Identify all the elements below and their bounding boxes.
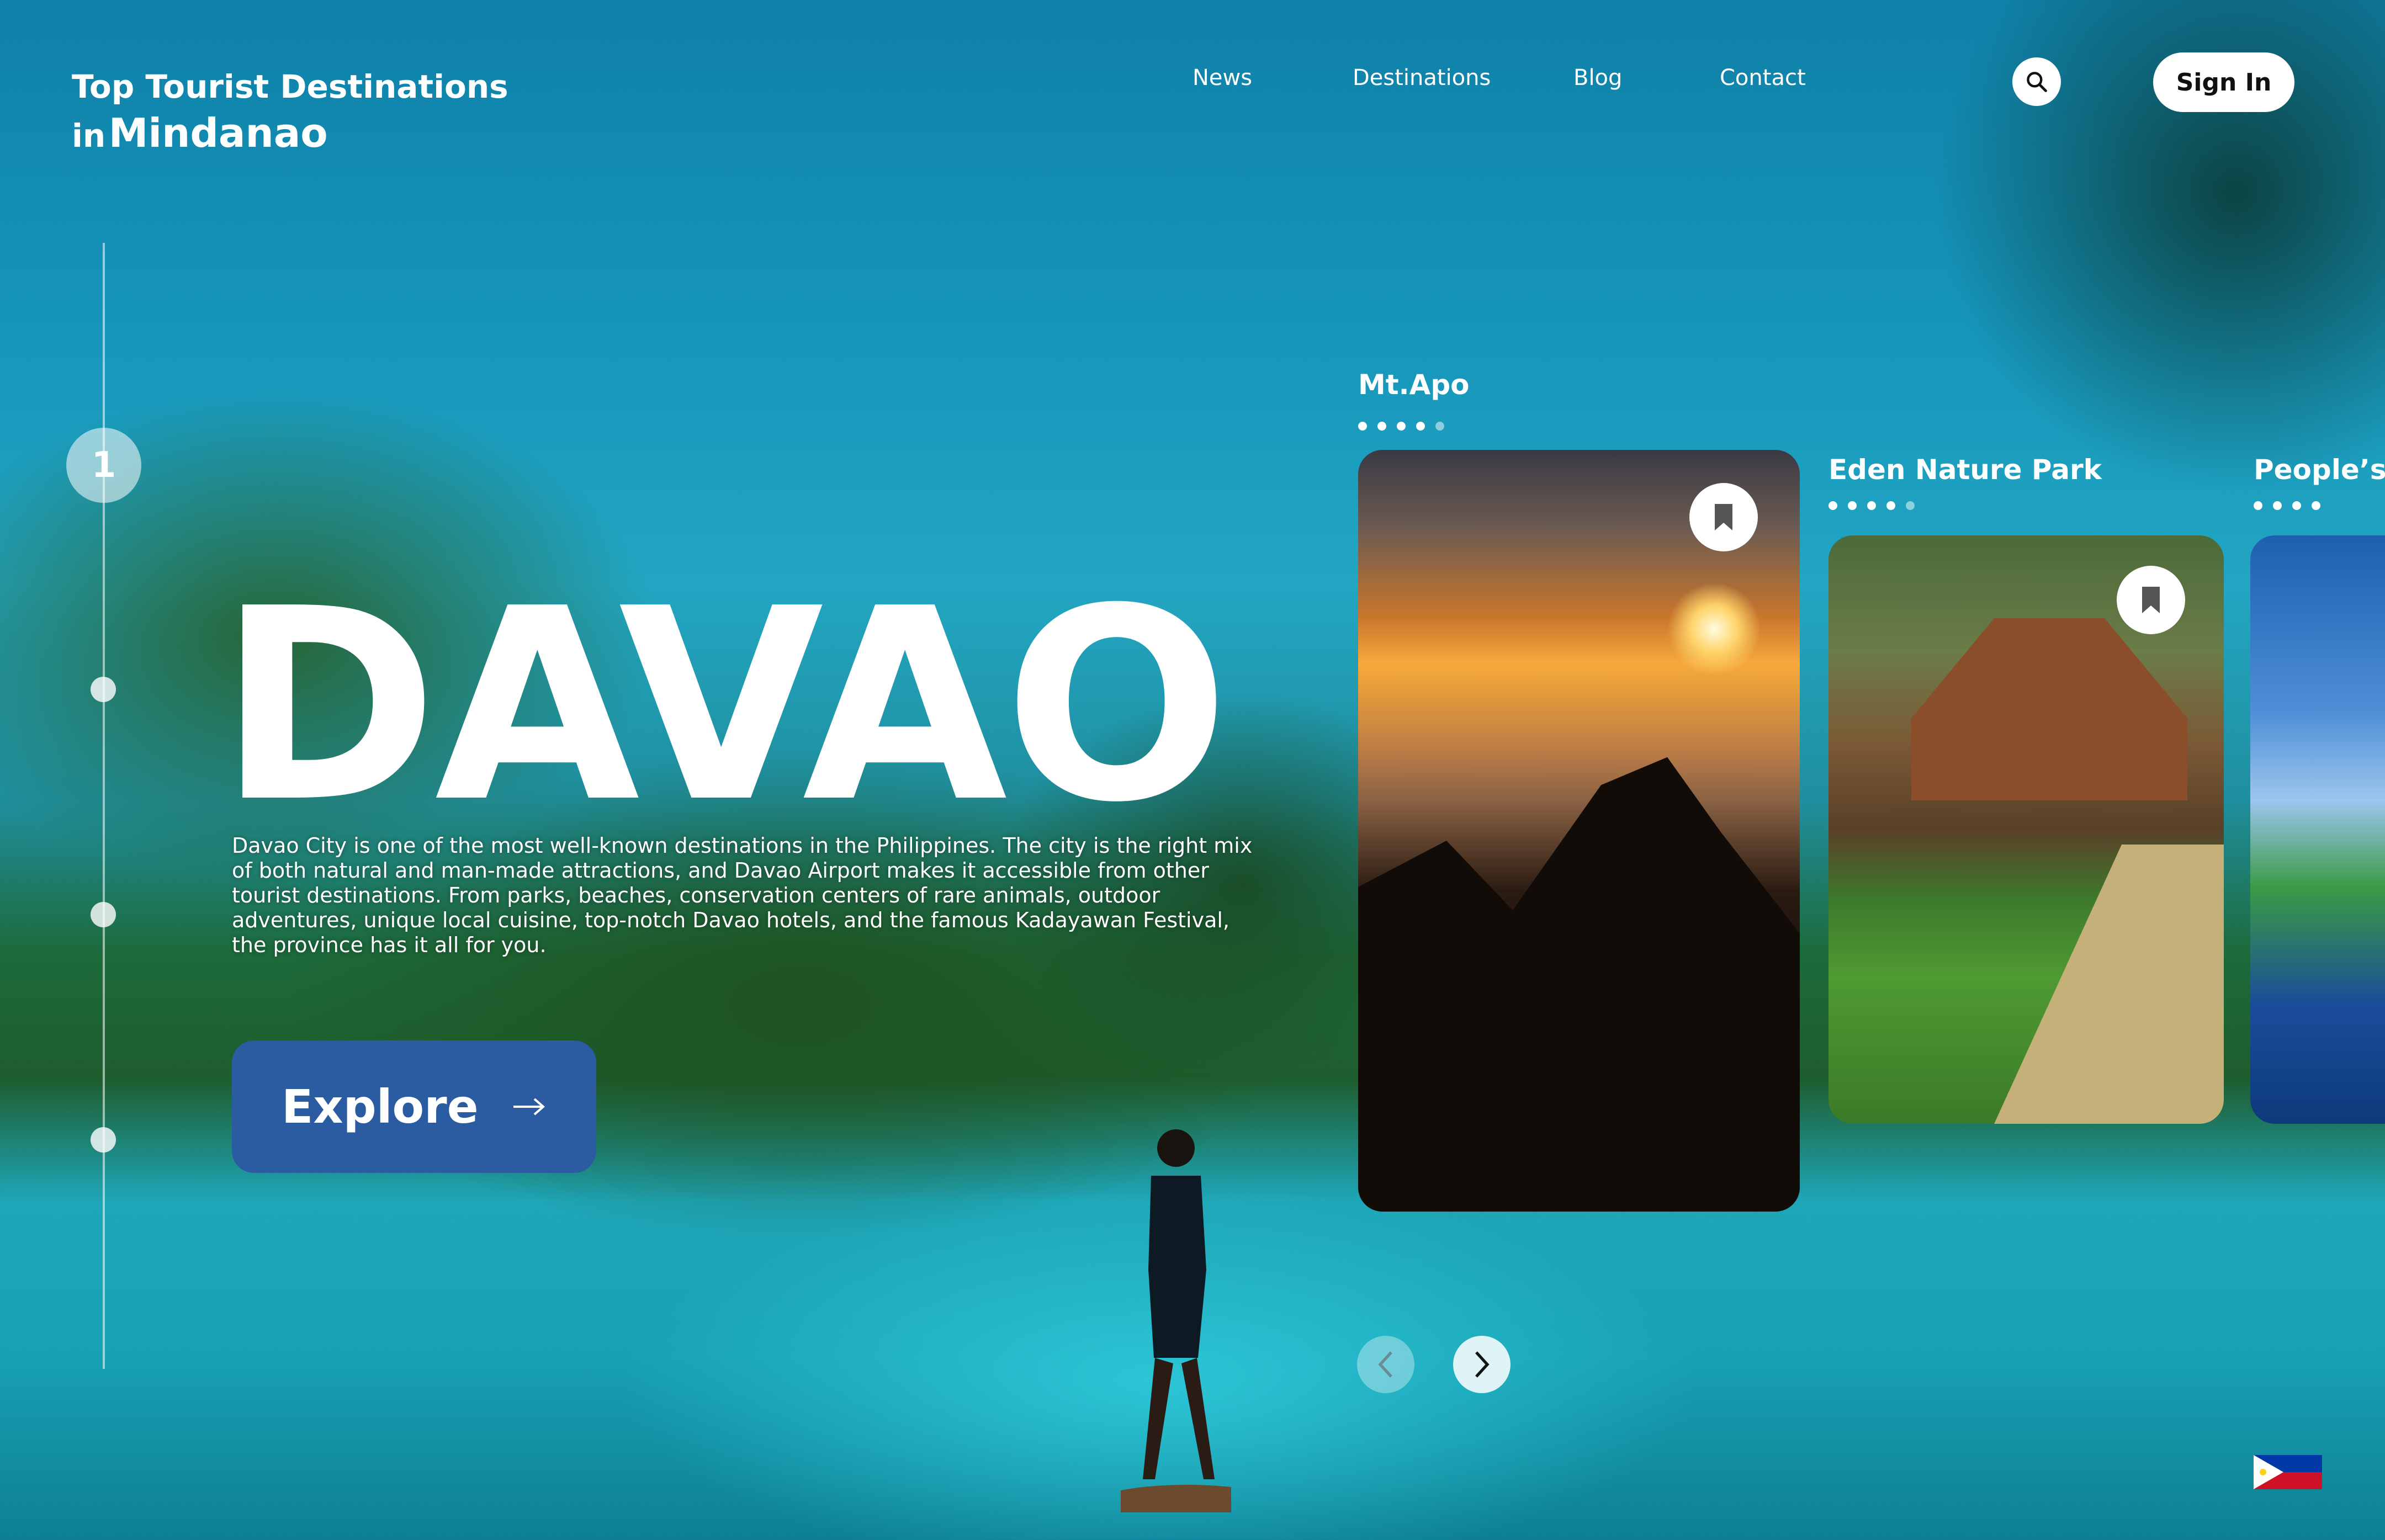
carousel-next-button[interactable] xyxy=(1453,1336,1510,1393)
chevron-left-icon xyxy=(1378,1351,1392,1378)
search-button[interactable] xyxy=(2012,57,2061,106)
dot xyxy=(1358,422,1367,431)
dot xyxy=(2292,501,2301,510)
hero-description: Davao City is one of the most well-known… xyxy=(232,833,1253,957)
brand-line-2-main: Mindanao xyxy=(108,110,328,157)
arrow-right-icon xyxy=(513,1098,545,1116)
stepper-track xyxy=(103,243,105,1369)
dot xyxy=(1435,422,1444,431)
explore-label: Explore xyxy=(282,1080,479,1134)
brand-line-1: Top Tourist Destinations xyxy=(72,68,508,105)
chevron-right-icon xyxy=(1475,1351,1490,1378)
dot xyxy=(1906,501,1915,510)
dot xyxy=(1886,501,1895,510)
hero-title: DAVAO xyxy=(218,552,1229,861)
dot xyxy=(1867,501,1876,510)
card-mt-apo[interactable] xyxy=(1358,450,1800,1212)
brand-line-2-prefix: in xyxy=(72,117,106,155)
sun-glow xyxy=(1667,582,1761,676)
bookmark-icon xyxy=(1715,504,1732,530)
nav-item-blog[interactable]: Blog xyxy=(1573,65,1720,91)
nav-item-destinations[interactable]: Destinations xyxy=(1353,65,1573,91)
dot xyxy=(2254,501,2262,510)
card-peoples-park[interactable] xyxy=(2250,535,2385,1124)
explore-button[interactable]: Explore xyxy=(232,1040,596,1173)
step-active[interactable]: 1 xyxy=(66,428,141,503)
dot xyxy=(1397,422,1406,431)
card-dots-peoples-park xyxy=(2254,501,2320,510)
brand-title[interactable]: Top Tourist Destinations in Mindanao xyxy=(72,66,508,160)
philippines-flag-icon[interactable] xyxy=(2254,1455,2322,1489)
dot xyxy=(1829,501,1837,510)
step-dot-4[interactable] xyxy=(91,1127,116,1153)
card-eden-nature-park[interactable] xyxy=(1829,535,2224,1124)
step-dot-3[interactable] xyxy=(91,902,116,927)
carousel-prev-button[interactable] xyxy=(1357,1336,1414,1393)
step-dot-2[interactable] xyxy=(91,677,116,702)
card-title-mt-apo[interactable]: Mt.Apo xyxy=(1358,369,1470,401)
card-dots-eden xyxy=(1829,501,1915,510)
main-nav: News Destinations Blog Contact xyxy=(1192,65,1830,91)
traveler-figure xyxy=(1121,1129,1231,1512)
dot xyxy=(1848,501,1857,510)
sign-in-button[interactable]: Sign In xyxy=(2153,52,2294,112)
bookmark-button[interactable] xyxy=(1689,483,1758,551)
mountain-silhouette xyxy=(1358,757,1800,1212)
dot xyxy=(2312,501,2320,510)
search-icon xyxy=(2027,72,2047,92)
dot xyxy=(2273,501,2282,510)
dot xyxy=(1377,422,1386,431)
path-shape xyxy=(1994,845,2224,1124)
hut-shape xyxy=(1911,618,2187,800)
nav-item-contact[interactable]: Contact xyxy=(1720,65,1830,91)
bookmark-icon xyxy=(2142,587,2160,613)
card-dots-mt-apo xyxy=(1358,422,1444,431)
bookmark-button[interactable] xyxy=(2117,566,2185,634)
nav-item-news[interactable]: News xyxy=(1192,65,1353,91)
card-title-eden-nature-park[interactable]: Eden Nature Park xyxy=(1829,454,2102,486)
dot xyxy=(1416,422,1425,431)
card-title-peoples-park[interactable]: People’s P xyxy=(2254,454,2385,486)
